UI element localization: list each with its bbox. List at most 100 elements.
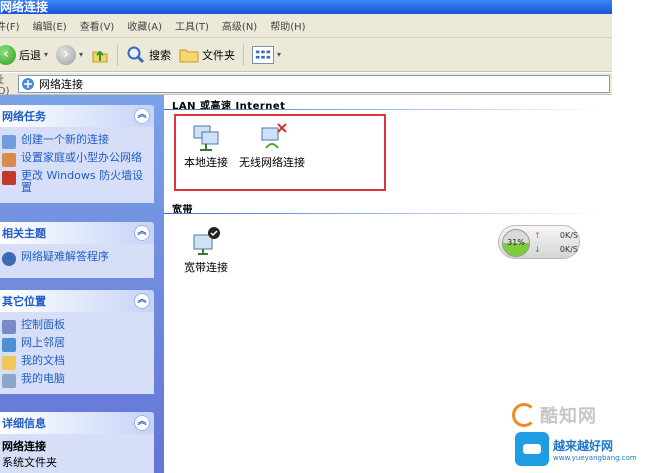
address-input[interactable]: 网络连接	[18, 74, 610, 93]
explorer-window: 网络连接 件(F) 编辑(E) 查看(V) 收藏(A) 工具(T) 高级(N) …	[0, 0, 667, 473]
item-label: 无线网络连接	[239, 156, 305, 169]
task-firewall-settings[interactable]: 更改 Windows 防火墙设置	[2, 170, 150, 194]
control-panel-icon	[2, 320, 16, 334]
search-label: 搜索	[149, 48, 172, 62]
network-speed-widget[interactable]: 31% ↑ 0K/S ↓ 0K/S	[498, 225, 580, 259]
related-topics-header[interactable]: 相关主题 ︽	[0, 222, 154, 244]
menu-tools[interactable]: 工具(T)	[175, 18, 209, 33]
task-label: 网上邻居	[21, 336, 65, 349]
address-label: 址(D)	[0, 75, 10, 97]
broadband-connection-icon	[193, 227, 220, 255]
upload-arrow-icon: ↑	[534, 231, 541, 240]
documents-folder-icon	[2, 356, 16, 370]
local-connection-icon	[193, 125, 219, 151]
upload-speed-row: ↑ 0K/S	[534, 231, 578, 240]
menu-help[interactable]: 帮助(H)	[270, 18, 305, 33]
other-places-header[interactable]: 其它位置 ︽	[0, 290, 154, 312]
watermark-brand: 酷知网	[540, 406, 597, 427]
panel-body: 控制面板 网上邻居 我的文档 我的电脑	[0, 312, 154, 394]
task-label: 设置家庭或小型办公网络	[21, 151, 142, 164]
task-label: 我的电脑	[21, 372, 65, 385]
watermark-brand: 越来越好网	[553, 438, 614, 453]
new-connection-icon	[2, 135, 16, 149]
panel-body: 网络连接 系统文件夹	[0, 434, 154, 473]
window-title: 网络连接	[0, 0, 49, 14]
collapse-icon[interactable]: ︽	[134, 108, 150, 124]
collapse-icon[interactable]: ︽	[134, 293, 150, 309]
collapse-icon[interactable]: ︽	[134, 415, 150, 431]
broadband-connection-item[interactable]: 宽带连接	[170, 225, 242, 274]
home-network-icon	[2, 153, 16, 167]
place-control-panel[interactable]: 控制面板	[2, 319, 150, 334]
download-arrow-icon: ↓	[534, 245, 541, 254]
forward-dropdown-icon[interactable]: ▾	[79, 50, 83, 59]
folder-up-icon	[92, 50, 108, 62]
collapse-icon[interactable]: ︽	[134, 225, 150, 241]
menu-view[interactable]: 查看(V)	[80, 18, 115, 33]
item-label: 宽带连接	[184, 261, 228, 274]
watermark-kuzhi: 酷知网	[512, 402, 597, 428]
folders-label: 文件夹	[202, 48, 236, 62]
details-panel: 详细信息 ︽ 网络连接 系统文件夹	[0, 412, 154, 473]
task-label: 控制面板	[21, 318, 65, 331]
toolbar-separator	[243, 43, 245, 66]
folder-icon	[179, 49, 199, 62]
views-icon	[252, 45, 275, 64]
task-label: 更改 Windows 防火墙设置	[21, 169, 144, 194]
upload-speed: 0K/S	[559, 231, 578, 240]
menu-favorites[interactable]: 收藏(A)	[127, 18, 162, 33]
task-create-connection[interactable]: 创建一个新的连接	[2, 134, 150, 149]
task-label: 创建一个新的连接	[21, 133, 109, 146]
back-arrow-icon: ‹	[0, 44, 16, 65]
computer-icon	[2, 374, 16, 388]
network-tasks-header[interactable]: 网络任务 ︽	[0, 105, 154, 127]
title-bar: 网络连接	[0, 0, 612, 14]
network-places-icon	[2, 338, 16, 352]
related-topics-panel: 相关主题 ︽ 网络疑难解答程序	[0, 222, 154, 278]
place-my-computer[interactable]: 我的电脑	[2, 373, 150, 388]
task-label: 我的文档	[21, 354, 65, 367]
download-speed: 0K/S	[559, 245, 578, 254]
network-tasks-panel: 网络任务 ︽ 创建一个新的连接 设置家庭或小型办公网络 更改 Windows 防…	[0, 105, 154, 203]
watermark-text: 越来越好网 www.yueyangbang.com	[553, 437, 637, 462]
back-dropdown-icon[interactable]: ▾	[44, 50, 48, 59]
panel-body: 创建一个新的连接 设置家庭或小型办公网络 更改 Windows 防火墙设置	[0, 127, 154, 203]
folders-button[interactable]: 文件夹	[175, 41, 239, 69]
menu-advanced[interactable]: 高级(N)	[222, 18, 257, 33]
details-type: 系统文件夹	[2, 456, 57, 469]
wireless-connection-icon	[261, 123, 287, 149]
forward-button[interactable]: › ▾	[52, 41, 87, 69]
place-network-neighborhood[interactable]: 网上邻居	[2, 337, 150, 352]
local-connection-item[interactable]: 本地连接	[170, 120, 242, 169]
panel-title: 其它位置	[2, 295, 46, 308]
panel-title: 详细信息	[2, 417, 46, 430]
watermark-url: www.yueyangbang.com	[553, 453, 637, 462]
info-icon	[2, 252, 16, 266]
back-label: 后退	[19, 48, 41, 62]
watermark-yueyang: 越来越好网 www.yueyangbang.com	[515, 432, 637, 466]
place-my-documents[interactable]: 我的文档	[2, 355, 150, 370]
menu-edit[interactable]: 编辑(E)	[33, 18, 67, 33]
task-troubleshooter[interactable]: 网络疑难解答程序	[2, 251, 150, 266]
download-speed-row: ↓ 0K/S	[534, 245, 578, 254]
details-header[interactable]: 详细信息 ︽	[0, 412, 154, 434]
menu-file[interactable]: 件(F)	[0, 18, 20, 33]
task-pane: 网络任务 ︽ 创建一个新的连接 设置家庭或小型办公网络 更改 Windows 防…	[0, 95, 164, 473]
panel-title: 相关主题	[2, 227, 46, 240]
views-button[interactable]: ▾	[248, 41, 285, 69]
views-dropdown-icon[interactable]: ▾	[277, 50, 281, 59]
back-button[interactable]: ‹ 后退 ▾	[0, 41, 52, 69]
group-divider	[164, 109, 604, 110]
menu-bar: 件(F) 编辑(E) 查看(V) 收藏(A) 工具(T) 高级(N) 帮助(H)	[0, 14, 612, 38]
address-value: 网络连接	[39, 77, 83, 91]
other-places-panel: 其它位置 ︽ 控制面板 网上邻居 我的文档 我的电脑	[0, 290, 154, 394]
search-icon	[127, 46, 145, 63]
item-label: 本地连接	[184, 156, 228, 169]
wireless-connection-item[interactable]: 无线网络连接	[236, 120, 308, 169]
panel-body: 网络疑难解答程序	[0, 244, 154, 278]
up-button[interactable]	[87, 41, 113, 69]
search-button[interactable]: 搜索	[122, 41, 175, 69]
task-setup-home-network[interactable]: 设置家庭或小型办公网络	[2, 152, 150, 167]
details-name: 网络连接	[2, 440, 46, 453]
watermark-logo-icon	[512, 403, 536, 427]
